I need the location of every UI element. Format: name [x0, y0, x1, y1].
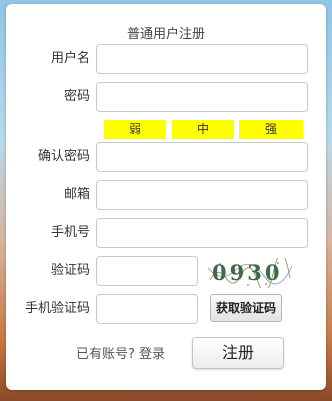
username-label: 用户名 — [50, 51, 90, 66]
strength-strong: 强 — [239, 120, 303, 139]
email-label: 邮箱 — [63, 187, 90, 202]
get-code-button[interactable]: 获取验证码 — [210, 294, 282, 322]
password-label: 密码 — [63, 89, 90, 104]
strength-medium: 中 — [172, 120, 234, 139]
login-prompt: 已有账号? 登录 — [76, 343, 165, 362]
captcha-image[interactable]: 0930 — [207, 253, 293, 293]
email-input[interactable] — [96, 180, 308, 210]
register-card: 普通用户注册 用户名 密码 弱 中 强 确认密码 邮箱 手机号 验证码 0930… — [6, 4, 326, 390]
register-button[interactable]: 注册 — [192, 337, 284, 369]
sms-code-label: 手机验证码 — [24, 301, 90, 316]
password-input[interactable] — [96, 82, 308, 112]
sms-code-input[interactable] — [96, 294, 198, 324]
login-prompt-text: 已有账号? — [76, 347, 135, 362]
confirm-password-input[interactable] — [96, 142, 308, 172]
username-input[interactable] — [96, 44, 308, 74]
captcha-input[interactable] — [96, 256, 198, 286]
form-title: 普通用户注册 — [126, 27, 205, 42]
captcha-label: 验证码 — [50, 263, 90, 278]
strength-weak: 弱 — [104, 120, 166, 139]
confirm-password-label: 确认密码 — [37, 149, 90, 164]
login-link[interactable]: 登录 — [139, 347, 165, 362]
phone-input[interactable] — [96, 218, 308, 248]
phone-label: 手机号 — [50, 225, 90, 240]
captcha-text: 0930 — [212, 260, 282, 285]
